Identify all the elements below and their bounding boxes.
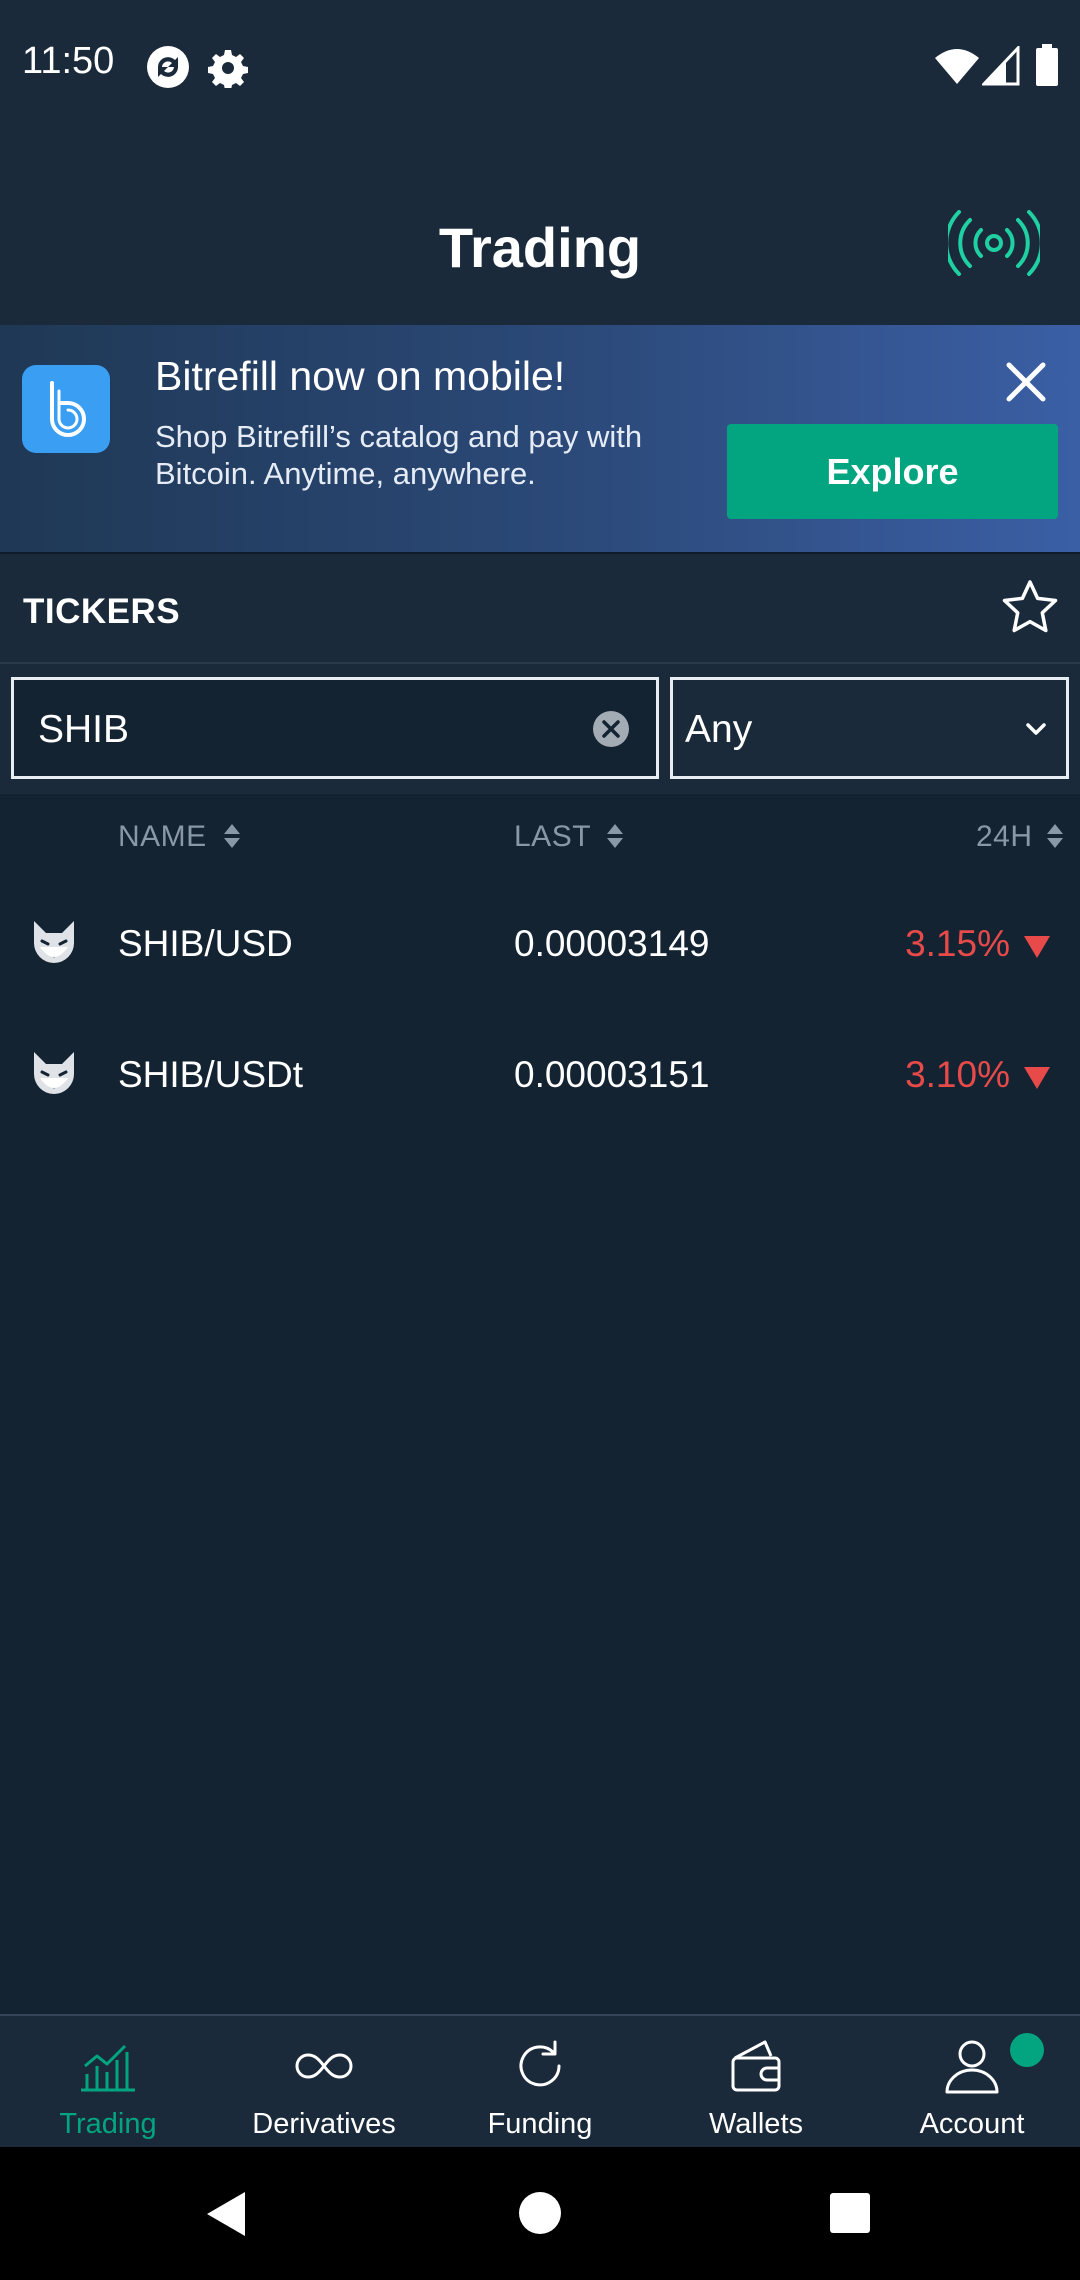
down-arrow-icon xyxy=(1024,1067,1050,1089)
sort-icon xyxy=(223,824,240,848)
sort-icon xyxy=(607,824,624,848)
shib-coin-icon xyxy=(34,1052,74,1094)
ticker-row[interactable]: SHIB/USD 0.00003149 3.15% xyxy=(0,882,1080,1012)
column-header-name[interactable]: NAME xyxy=(118,820,242,854)
status-time: 11:50 xyxy=(22,40,115,82)
nav-item-account[interactable]: Account xyxy=(864,2016,1080,2149)
nav-item-wallets[interactable]: Wallets xyxy=(648,2016,864,2149)
filter-select[interactable]: Any xyxy=(670,677,1069,779)
clear-icon[interactable] xyxy=(592,710,630,748)
nav-label: Account xyxy=(919,2108,1025,2140)
page-title: Trading xyxy=(438,216,642,279)
recent-apps-icon[interactable] xyxy=(829,2192,871,2234)
ticker-change: 3.10% xyxy=(905,1054,1010,1095)
down-arrow-icon xyxy=(1024,936,1050,958)
shib-coin-icon xyxy=(34,921,74,963)
chevron-down-icon xyxy=(1026,723,1046,735)
column-header-24h-label: 24H xyxy=(976,820,1033,853)
column-header-last-label: LAST xyxy=(514,820,591,853)
filter-select-value: Any xyxy=(685,708,753,751)
banner-text: Shop Bitrefill’s catalog and pay with Bi… xyxy=(155,419,643,491)
battery-icon xyxy=(1036,44,1058,86)
ticker-row[interactable]: SHIB/USDt 0.00003151 3.10% xyxy=(0,1013,1080,1143)
promo-banner: Bitrefill now on mobile! Shop Bitrefill’… xyxy=(0,325,1080,552)
column-header-name-label: NAME xyxy=(118,820,207,853)
section-title: TICKERS xyxy=(23,592,181,631)
wifi-icon xyxy=(935,49,979,84)
bitrefill-b-icon xyxy=(50,381,86,437)
tickers-header: TICKERS xyxy=(0,552,1080,664)
home-icon[interactable] xyxy=(518,2191,562,2235)
nav-item-funding[interactable]: Funding xyxy=(432,2016,648,2149)
ticker-name: SHIB/USDt xyxy=(118,1054,304,1095)
sync-icon xyxy=(147,46,189,88)
star-icon[interactable] xyxy=(1000,578,1060,638)
infinity-icon xyxy=(295,2053,353,2079)
bitrefill-logo-icon xyxy=(22,365,110,453)
bottom-nav: Trading Derivatives Funding Wallets Acco… xyxy=(0,2014,1080,2147)
nav-label: Derivatives xyxy=(252,2108,396,2140)
back-icon[interactable] xyxy=(203,2189,249,2239)
search-input-value: SHIB xyxy=(38,708,130,751)
system-nav-bar xyxy=(0,2147,1080,2280)
signal-icon xyxy=(982,46,1020,86)
ticker-last-price: 0.00003151 xyxy=(514,1054,710,1095)
search-input[interactable]: SHIB xyxy=(11,677,659,779)
close-icon[interactable] xyxy=(1003,359,1049,405)
nav-item-derivatives[interactable]: Derivatives xyxy=(216,2016,432,2149)
nav-label: Trading xyxy=(59,2108,157,2140)
notification-dot xyxy=(1010,2033,1044,2067)
filter-row: SHIB Any xyxy=(0,664,1080,794)
gear-icon xyxy=(208,50,248,88)
nav-label: Wallets xyxy=(709,2108,803,2140)
status-bar: 11:50 xyxy=(0,0,1080,130)
sort-icon xyxy=(1047,824,1064,848)
user-icon xyxy=(945,2040,999,2094)
explore-button[interactable]: Explore xyxy=(727,424,1058,519)
ticker-change: 3.15% xyxy=(905,923,1010,964)
ticker-last-price: 0.00003149 xyxy=(514,923,710,964)
broadcast-icon[interactable] xyxy=(948,210,1040,276)
app-header: Trading xyxy=(0,130,1080,325)
nav-item-trading[interactable]: Trading xyxy=(0,2016,216,2149)
banner-title: Bitrefill now on mobile! xyxy=(155,353,566,399)
chart-icon xyxy=(81,2044,135,2092)
column-header-last[interactable]: LAST xyxy=(514,820,625,854)
nav-label: Funding xyxy=(487,2108,593,2140)
column-header-24h[interactable]: 24H xyxy=(976,820,1065,854)
refresh-icon xyxy=(519,2040,561,2087)
wallet-icon xyxy=(731,2040,781,2092)
ticker-name: SHIB/USD xyxy=(118,923,293,964)
